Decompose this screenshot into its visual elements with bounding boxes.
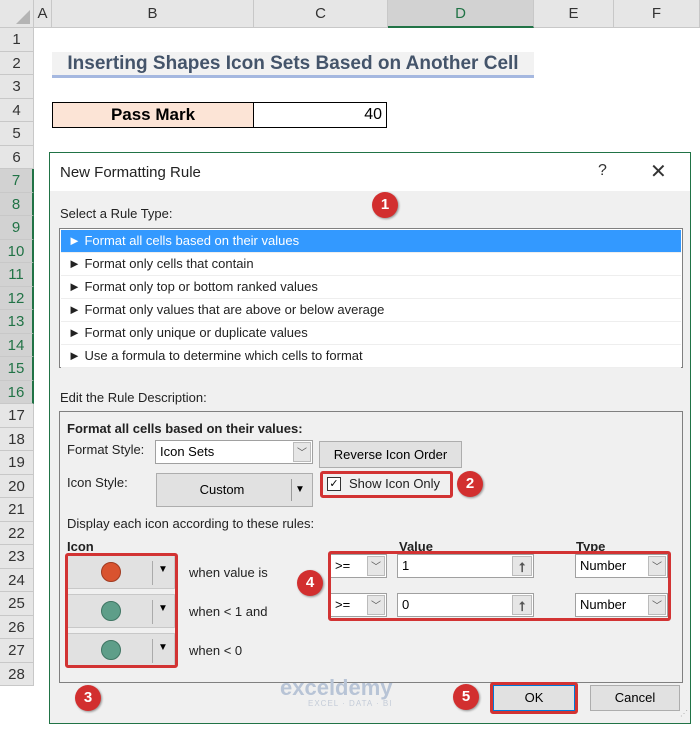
- select-rule-type-label: Select a Rule Type:: [60, 206, 173, 221]
- row-header-8[interactable]: 8: [0, 192, 34, 216]
- row-header-1[interactable]: 1: [0, 28, 34, 52]
- pass-mark-label-cell[interactable]: Pass Mark: [52, 102, 254, 128]
- resize-grip-icon[interactable]: ⋰: [680, 709, 688, 718]
- rule-type-item[interactable]: ► Format only values that are above or b…: [61, 299, 681, 322]
- help-icon[interactable]: ?: [598, 162, 607, 180]
- icon-selects-highlight: [65, 553, 178, 668]
- row-header-26[interactable]: 26: [0, 615, 34, 639]
- row-header-18[interactable]: 18: [0, 427, 34, 451]
- column-header-f[interactable]: F: [614, 0, 700, 28]
- row-header-3[interactable]: 3: [0, 75, 34, 99]
- annotation-badge-4: 4: [297, 570, 323, 596]
- row-header-10[interactable]: 10: [0, 239, 34, 263]
- annotation-badge-5: 5: [453, 684, 479, 710]
- sheet-title-cell[interactable]: Inserting Shapes Icon Sets Based on Anot…: [52, 52, 534, 78]
- row-header-23[interactable]: 23: [0, 545, 34, 569]
- rule-inputs-highlight: [328, 551, 671, 621]
- row-header-5[interactable]: 5: [0, 122, 34, 146]
- format-all-heading: Format all cells based on their values:: [67, 421, 303, 436]
- row-header-19[interactable]: 19: [0, 451, 34, 475]
- row-header-27[interactable]: 27: [0, 639, 34, 663]
- column-header-e[interactable]: E: [534, 0, 614, 28]
- row-header-22[interactable]: 22: [0, 521, 34, 545]
- display-rules-label: Display each icon according to these rul…: [67, 516, 315, 531]
- icon-style-label: Icon Style:: [67, 475, 128, 490]
- rule-type-item[interactable]: ► Format only top or bottom ranked value…: [61, 276, 681, 299]
- row-header-9[interactable]: 9: [0, 216, 34, 240]
- row-header-12[interactable]: 12: [0, 286, 34, 310]
- new-formatting-rule-dialog: New Formatting Rule ? ✕ Select a Rule Ty…: [49, 152, 691, 724]
- cancel-button[interactable]: Cancel: [590, 685, 680, 711]
- dialog-titlebar[interactable]: New Formatting Rule ? ✕: [50, 153, 690, 191]
- pass-mark-value-cell[interactable]: 40: [253, 102, 387, 128]
- row-header-25[interactable]: 25: [0, 592, 34, 616]
- row-header-7[interactable]: 7: [0, 169, 34, 193]
- row-header-21[interactable]: 21: [0, 498, 34, 522]
- row-header-15[interactable]: 15: [0, 357, 34, 381]
- rule-type-item[interactable]: ► Format only cells that contain: [61, 253, 681, 276]
- rule-description-panel: Format all cells based on their values: …: [59, 411, 683, 683]
- row-header-11[interactable]: 11: [0, 263, 34, 287]
- exceldemy-watermark: exceldemy: [280, 675, 393, 700]
- row-header-28[interactable]: 28: [0, 662, 34, 686]
- row-header-13[interactable]: 13: [0, 310, 34, 334]
- row-header-17[interactable]: 17: [0, 404, 34, 428]
- format-style-label: Format Style:: [67, 442, 145, 457]
- rule-type-item[interactable]: ► Use a formula to determine which cells…: [61, 345, 681, 368]
- reverse-icon-order-button[interactable]: Reverse Icon Order: [319, 441, 462, 468]
- column-header-b[interactable]: B: [52, 0, 254, 28]
- column-header-a[interactable]: A: [34, 0, 52, 28]
- rule-type-item[interactable]: ► Format all cells based on their values: [61, 230, 681, 253]
- show-icon-only-label[interactable]: Show Icon Only: [349, 476, 440, 491]
- show-icon-only-checkbox[interactable]: ✓: [327, 477, 341, 491]
- annotation-badge-3: 3: [75, 685, 101, 711]
- column-header-c[interactable]: C: [254, 0, 388, 28]
- format-style-value: Icon Sets: [160, 444, 215, 459]
- select-all-corner[interactable]: [0, 0, 34, 28]
- row-header-24[interactable]: 24: [0, 568, 34, 592]
- annotation-badge-2: 2: [457, 471, 483, 497]
- condition-text-2: when < 1 and: [189, 604, 268, 619]
- format-style-select[interactable]: Icon Sets ﹀: [155, 440, 313, 464]
- separator: [291, 479, 292, 501]
- icon-style-value: Custom: [199, 482, 245, 497]
- row-header-4[interactable]: 4: [0, 98, 34, 122]
- exceldemy-tagline: EXCEL · DATA · BI: [308, 699, 393, 708]
- condition-text-1: when value is: [189, 565, 268, 580]
- row-header-2[interactable]: 2: [0, 51, 34, 75]
- edit-rule-description-label: Edit the Rule Description:: [60, 390, 207, 405]
- row-header-16[interactable]: 16: [0, 380, 34, 404]
- icon-column-header: Icon: [67, 539, 94, 554]
- row-header-20[interactable]: 20: [0, 474, 34, 498]
- close-icon[interactable]: ✕: [650, 159, 667, 184]
- annotation-badge-1: 1: [372, 192, 398, 218]
- dialog-title: New Formatting Rule: [60, 164, 201, 181]
- chevron-down-icon[interactable]: ﹀: [293, 442, 311, 462]
- icon-style-select[interactable]: Custom ▼: [156, 473, 313, 507]
- column-header-d[interactable]: D: [388, 0, 534, 28]
- row-header-14[interactable]: 14: [0, 333, 34, 357]
- rule-type-item[interactable]: ► Format only unique or duplicate values: [61, 322, 681, 345]
- condition-text-3: when < 0: [189, 643, 243, 658]
- row-header-6[interactable]: 6: [0, 145, 34, 169]
- rule-type-list[interactable]: ► Format all cells based on their values…: [59, 228, 683, 368]
- dropdown-arrow-icon[interactable]: ▼: [295, 474, 305, 506]
- ok-button-highlight: [490, 682, 578, 714]
